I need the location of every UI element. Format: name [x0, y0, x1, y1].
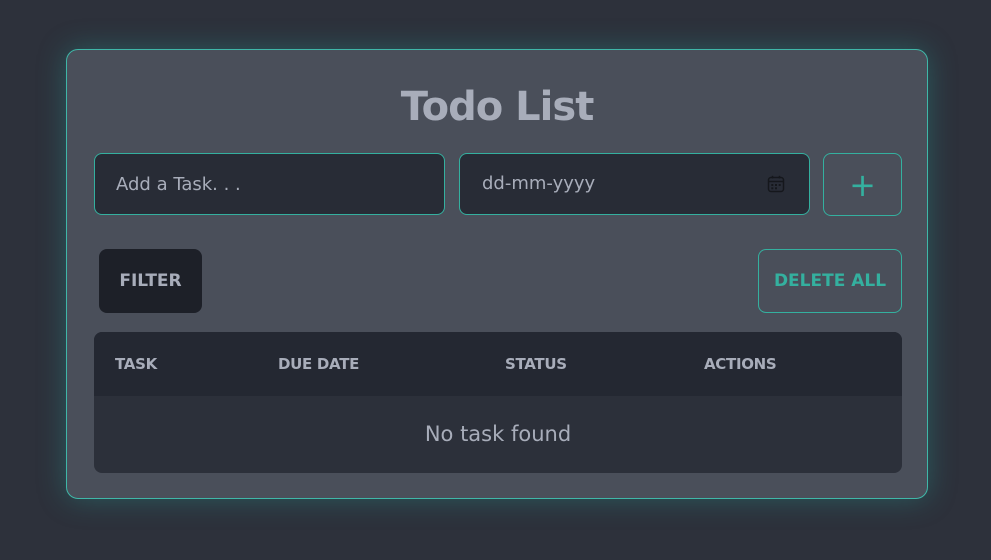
- delete-all-button[interactable]: DELETE ALL: [758, 249, 902, 313]
- column-header-actions: ACTIONS: [704, 355, 777, 373]
- page-title: Todo List: [400, 84, 595, 130]
- task-table: TASK DUE DATE STATUS ACTIONS No task fou…: [94, 332, 902, 473]
- empty-state-message: No task found: [424, 422, 572, 446]
- task-input[interactable]: [94, 153, 445, 215]
- date-placeholder: dd-mm-yyyy: [482, 173, 596, 194]
- table-header: TASK DUE DATE STATUS ACTIONS: [94, 332, 902, 396]
- filter-button[interactable]: FILTER: [99, 249, 202, 313]
- add-task-button[interactable]: +: [823, 153, 902, 216]
- calendar-icon[interactable]: [767, 175, 785, 193]
- column-header-task: TASK: [115, 355, 157, 373]
- due-date-input[interactable]: dd-mm-yyyy: [459, 153, 810, 215]
- todo-card: Todo List dd-mm-yyyy + FILTER DELETE ALL…: [66, 49, 928, 499]
- column-header-due-date: DUE DATE: [278, 355, 360, 373]
- column-header-status: STATUS: [505, 355, 567, 373]
